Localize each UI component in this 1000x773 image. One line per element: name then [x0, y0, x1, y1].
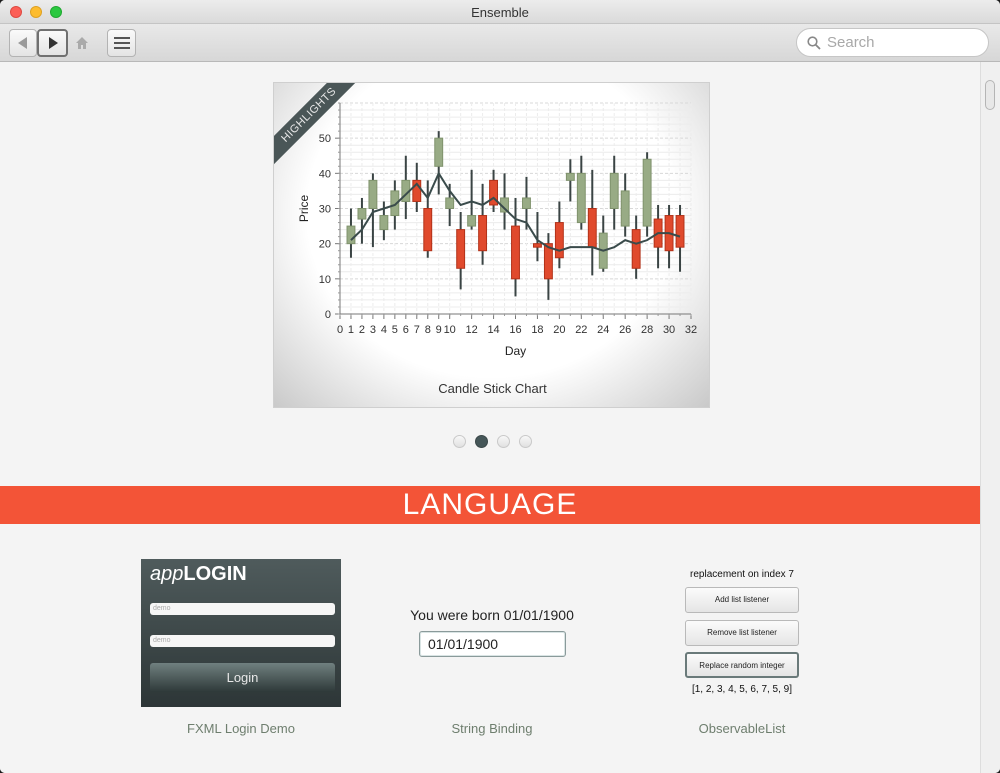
brand-suffix: LOGIN — [183, 563, 247, 585]
y-tick-label: 10 — [319, 274, 331, 286]
x-tick-label: 10 — [444, 324, 456, 336]
add-list-listener-button[interactable]: Add list listener — [685, 587, 799, 613]
x-tick-label: 6 — [403, 324, 409, 336]
candle-bear — [631, 229, 641, 269]
title-bar: Ensemble — [0, 0, 1000, 24]
x-tick-label: 30 — [663, 324, 675, 336]
candle-bull — [346, 225, 356, 245]
home-button[interactable] — [68, 29, 96, 57]
candle-bull — [467, 215, 477, 227]
x-tick-label: 9 — [436, 324, 442, 336]
login-button[interactable]: Login — [150, 663, 335, 692]
x-tick-label: 18 — [531, 324, 543, 336]
search-box[interactable] — [796, 28, 989, 57]
main-content: 0 10 20 30 40 50 0 1 2 3 4 5 6 7 8 9 10 12 14 16 18 20 22 24 26 2… — [0, 62, 980, 773]
y-tick-label: 40 — [319, 168, 331, 180]
candle-bear — [554, 222, 564, 259]
search-input[interactable] — [827, 34, 977, 51]
string-binding-caption[interactable]: String Binding — [392, 721, 592, 736]
pager-dot-active[interactable] — [475, 435, 488, 448]
list-status: replacement on index 7 — [690, 569, 794, 580]
candle-bear — [587, 208, 597, 248]
login-demo-preview[interactable]: appLOGIN demo demo Login — [141, 559, 341, 707]
candle-bull — [434, 137, 444, 167]
search-icon — [807, 35, 821, 50]
candle-bull — [357, 208, 367, 220]
section-banner: LANGUAGE — [0, 486, 980, 524]
x-tick-label: 2 — [359, 324, 365, 336]
x-tick-label: 3 — [370, 324, 376, 336]
carousel-pager — [453, 435, 532, 448]
x-tick-label: 20 — [553, 324, 565, 336]
y-tick-label: 50 — [319, 133, 331, 145]
x-tick-label: 24 — [597, 324, 609, 336]
x-tick-label: 16 — [509, 324, 521, 336]
candle-bear — [675, 215, 685, 248]
y-tick-label: 30 — [319, 204, 331, 216]
candle-bull — [642, 158, 652, 227]
app-window: Ensemble 0102030405001234567891012141618… — [0, 0, 1000, 773]
vertical-scrollbar[interactable] — [980, 62, 1000, 773]
x-tick-label: 14 — [487, 324, 499, 336]
y-tick-label: 0 — [325, 309, 331, 321]
x-axis-label: Day — [505, 344, 526, 358]
slide-caption: Candle Stick Chart — [438, 381, 547, 396]
y-axis-label: Price — [297, 195, 311, 223]
scrollbar-thumb[interactable] — [985, 80, 995, 110]
candle-bear — [511, 225, 520, 280]
forward-button[interactable] — [37, 29, 68, 57]
toolbar — [0, 24, 1000, 62]
list-contents: [1, 2, 3, 4, 5, 6, 7, 5, 9] — [691, 684, 793, 695]
forward-icon — [48, 37, 58, 49]
candle-bull — [609, 172, 619, 210]
carousel-slide[interactable]: 0 10 20 30 40 50 0 1 2 3 4 5 6 7 8 9 10 12 14 16 18 20 22 24 26 2… — [273, 82, 710, 408]
pager-dot[interactable] — [453, 435, 466, 448]
candle-bull — [368, 179, 378, 210]
x-tick-label: 0 — [337, 324, 343, 336]
brand-logo: appLOGIN — [150, 563, 247, 586]
candle-bull — [522, 197, 531, 209]
x-tick-label: 32 — [685, 324, 697, 336]
pager-dot[interactable] — [497, 435, 510, 448]
back-button[interactable] — [9, 29, 37, 57]
x-tick-label: 8 — [425, 324, 431, 336]
y-tick-label: 20 — [319, 239, 331, 251]
candle-bear — [456, 229, 466, 269]
observable-list-caption[interactable]: ObservableList — [672, 721, 812, 736]
username-field[interactable]: demo — [150, 603, 335, 615]
x-tick-label: 4 — [381, 324, 387, 336]
x-tick-label: 28 — [641, 324, 653, 336]
password-field[interactable]: demo — [150, 635, 335, 647]
x-tick-label: 1 — [348, 324, 354, 336]
candle-bull — [576, 172, 586, 224]
brand-prefix: app — [150, 563, 184, 585]
candlestick-chart: 010203040500 1 2 3 4 5 6 7 8 9 10 12 14 16 18 20 22 24 26 2… — [297, 102, 697, 358]
candle-bear — [423, 208, 433, 252]
menu-icon — [113, 37, 130, 49]
home-icon — [76, 37, 88, 49]
born-label: You were born 01/01/1900 — [410, 607, 574, 623]
candle-bull — [379, 215, 389, 231]
x-tick-label: 12 — [466, 324, 478, 336]
x-tick-label: 7 — [414, 324, 420, 336]
candle-bull — [565, 172, 575, 181]
pager-dot[interactable] — [519, 435, 532, 448]
window-title: Ensemble — [471, 5, 529, 20]
remove-list-listener-button[interactable]: Remove list listener — [685, 620, 799, 646]
candle-bear — [532, 243, 542, 248]
menu-button[interactable] — [107, 29, 136, 57]
x-tick-label: 22 — [575, 324, 587, 336]
candle-bull — [620, 190, 630, 227]
candle-bull — [445, 197, 455, 209]
x-tick-label: 5 — [392, 324, 398, 336]
candle-bear — [478, 215, 488, 252]
x-tick-label: 26 — [619, 324, 631, 336]
replace-random-integer-button[interactable]: Replace random integer — [685, 652, 799, 678]
birthdate-field[interactable] — [419, 631, 566, 657]
login-demo-caption[interactable]: FXML Login Demo — [141, 721, 341, 736]
back-icon — [18, 37, 27, 49]
